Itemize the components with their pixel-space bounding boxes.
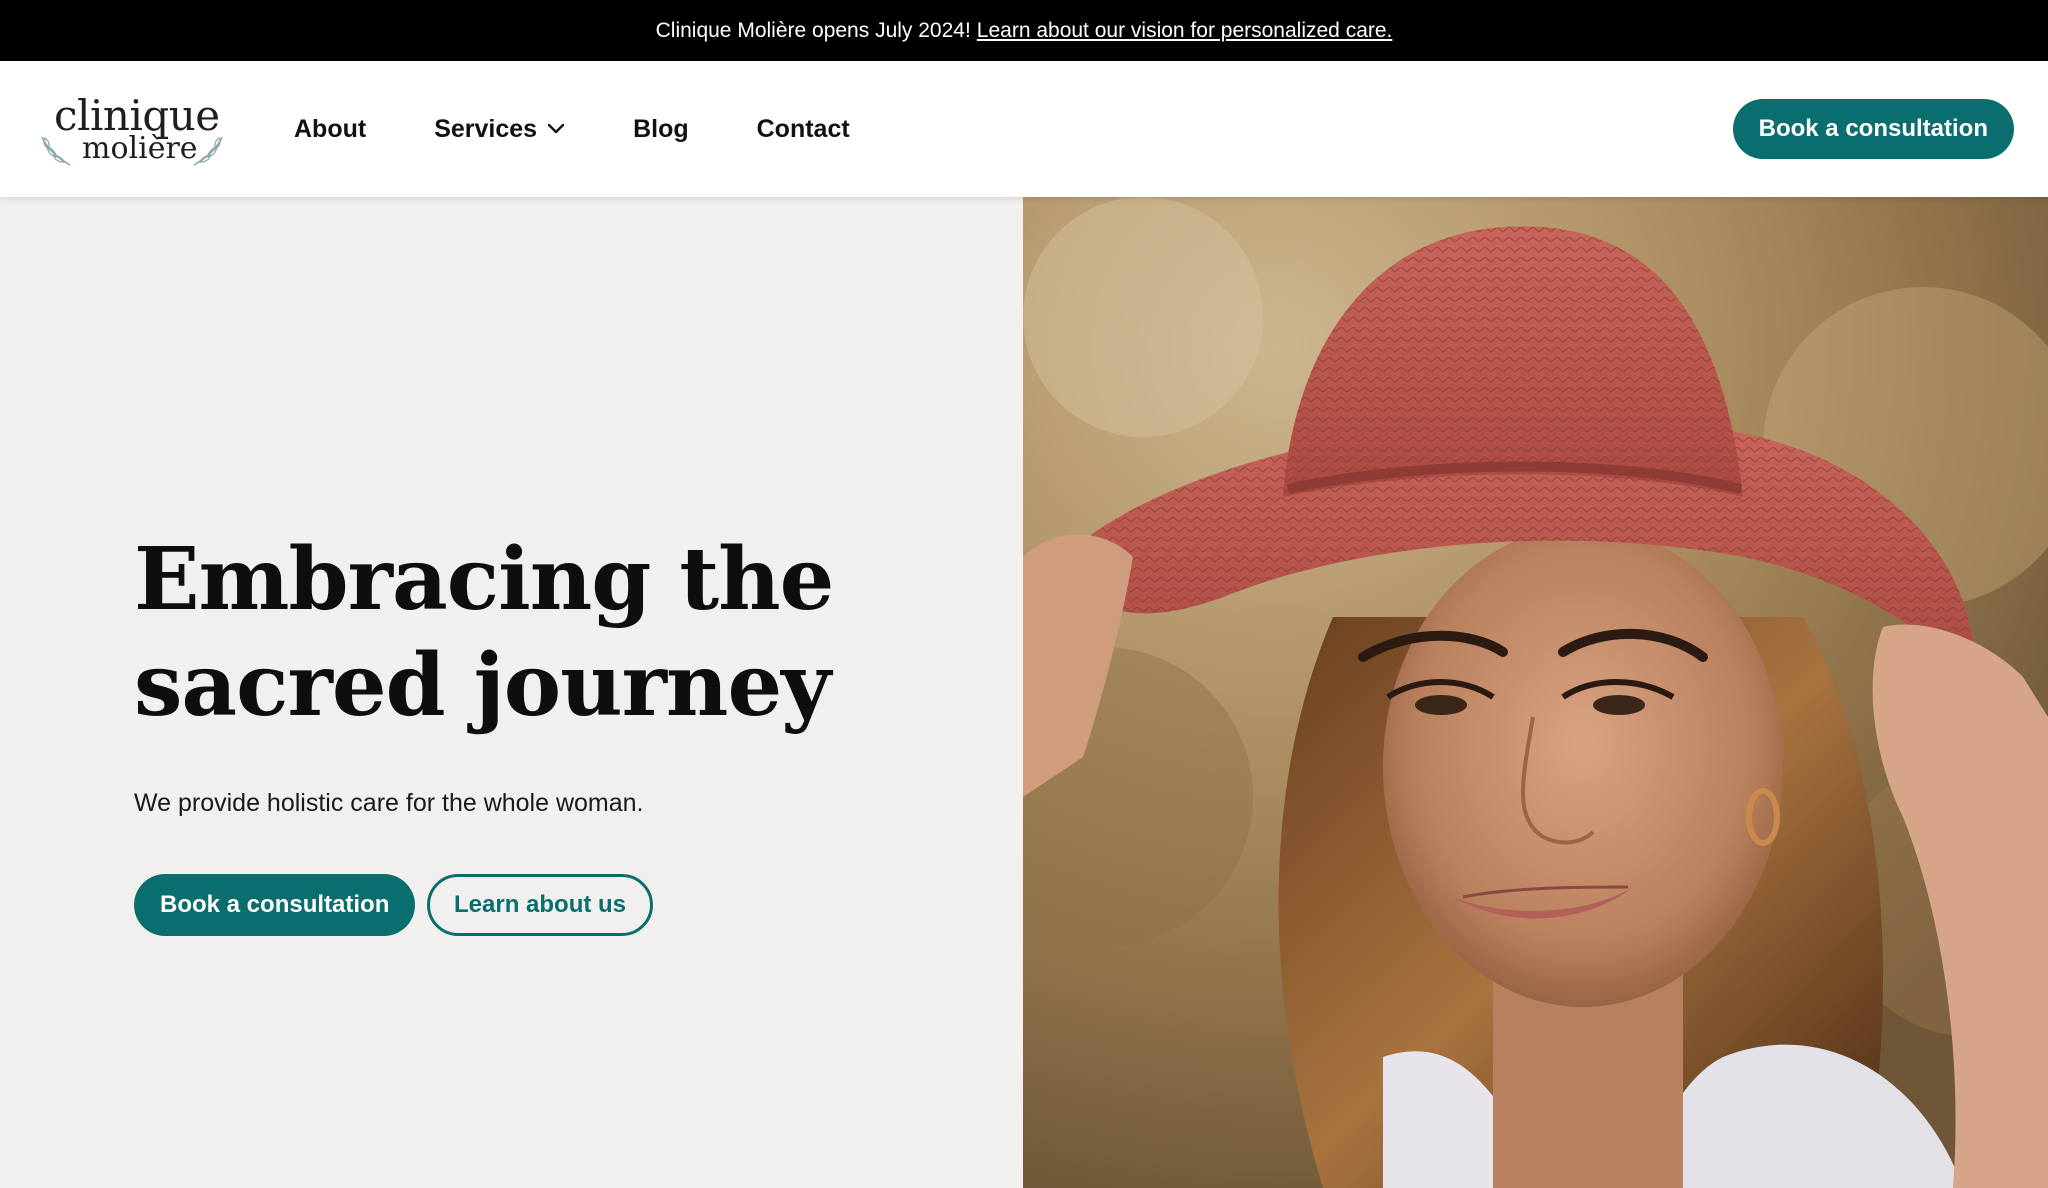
announcement-text: Clinique Molière opens July 2024! xyxy=(655,18,971,42)
nav-services-label: Services xyxy=(434,114,538,143)
woman-in-hat-photo xyxy=(1023,197,2048,1188)
nav-about[interactable]: About xyxy=(294,115,366,144)
logo-line2: molière xyxy=(82,131,198,166)
announcement-bar: Clinique Molière opens July 2024! Learn … xyxy=(0,0,2048,61)
nav-blog[interactable]: Blog xyxy=(633,115,689,144)
logo[interactable]: clinique molière xyxy=(40,91,230,169)
hero-title: Embracing the sacred journey xyxy=(134,527,834,739)
nav-services[interactable]: Services xyxy=(434,115,565,144)
hero-title-line2: sacred journey xyxy=(134,635,831,736)
nav-contact[interactable]: Contact xyxy=(757,115,850,144)
leaf-right-icon xyxy=(193,136,223,166)
hero-book-consultation-button[interactable]: Book a consultation xyxy=(134,874,416,936)
hero-image xyxy=(1023,197,2048,1188)
hero-text-panel: Embracing the sacred journey We provide … xyxy=(0,197,1023,1188)
hero-subtitle: We provide holistic care for the whole w… xyxy=(134,789,644,817)
hero-section: Embracing the sacred journey We provide … xyxy=(0,197,2048,1188)
announcement-link[interactable]: Learn about our vision for personalized … xyxy=(977,19,1393,43)
header-book-consultation-button[interactable]: Book a consultation xyxy=(1732,99,2014,159)
hero-title-line1: Embracing the xyxy=(134,529,834,630)
chevron-down-icon xyxy=(547,123,565,134)
main-nav: About Services Blog Contact xyxy=(294,61,850,197)
site-header: clinique molière About Services Blog Con… xyxy=(0,61,2048,197)
hero-learn-about-us-button[interactable]: Learn about us xyxy=(427,874,654,936)
